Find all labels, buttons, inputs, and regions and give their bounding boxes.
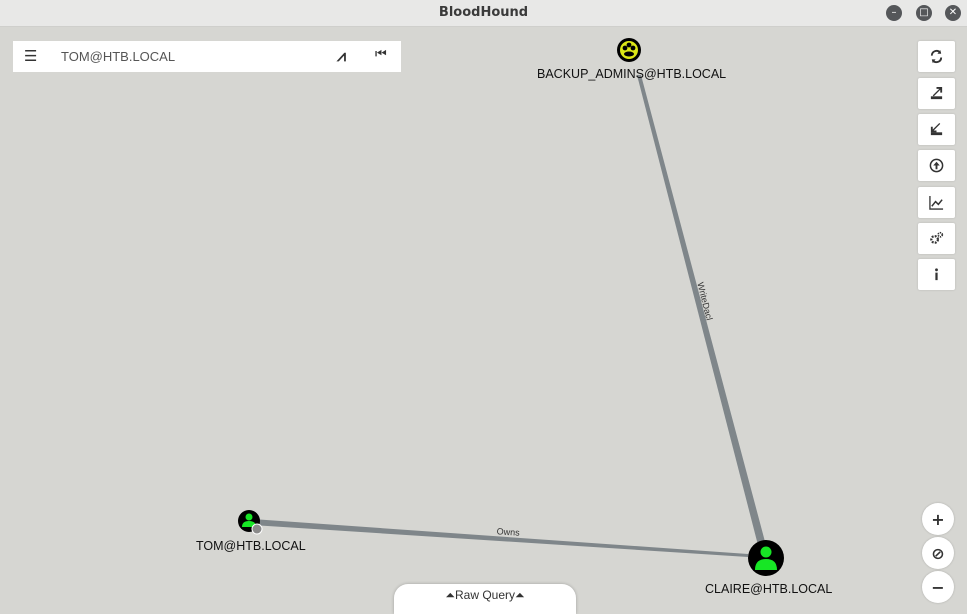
node-label-claire: CLAIRE@HTB.LOCAL (705, 582, 833, 596)
upload-icon (929, 158, 944, 173)
menu-icon[interactable]: ☰ (24, 47, 37, 65)
refresh-button[interactable] (918, 41, 955, 72)
owned-badge-icon (251, 523, 263, 535)
search-bar: ☰ TOM@HTB.LOCAL ⩘ ⏮ (13, 41, 401, 72)
chevron-up-icon: ⏶ (445, 588, 455, 602)
settings-button[interactable] (918, 223, 955, 254)
edge-writedacl[interactable] (637, 75, 768, 553)
refresh-icon (930, 49, 943, 64)
pathfinding-icon[interactable]: ⩘ (337, 46, 346, 66)
upload-button[interactable] (918, 150, 955, 181)
stats-button[interactable] (918, 187, 955, 218)
info-button[interactable] (918, 259, 955, 290)
export-button[interactable] (918, 78, 955, 109)
raw-query-label: Raw Query (454, 588, 516, 602)
import-button[interactable] (918, 114, 955, 145)
settings-icon (930, 231, 944, 244)
edge-label-owns: Owns (496, 526, 520, 537)
node-label-tom: TOM@HTB.LOCAL (196, 539, 306, 553)
zoom-out-button[interactable]: − (922, 571, 954, 603)
chart-icon (929, 195, 944, 210)
graph-svg: WriteDacl Owns (238, 38, 784, 576)
zoom-reset-button[interactable]: ⊘ (922, 537, 954, 569)
node-tom[interactable] (238, 510, 263, 535)
node-label-backup-admins: BACKUP_ADMINS@HTB.LOCAL (537, 67, 727, 81)
info-icon (935, 268, 938, 281)
node-claire[interactable] (748, 540, 784, 576)
import-icon (930, 122, 943, 136)
zoom-in-button[interactable]: + (922, 503, 954, 535)
raw-query-toggle[interactable]: ⏶Raw Query⏶ (394, 584, 576, 614)
back-icon[interactable]: ⏮ (375, 47, 387, 62)
export-icon (930, 86, 943, 100)
node-backup-admins[interactable] (617, 38, 641, 62)
edge-owns[interactable] (252, 519, 748, 557)
chevron-up-icon: ⏶ (515, 588, 525, 602)
search-input[interactable]: TOM@HTB.LOCAL (61, 49, 175, 64)
